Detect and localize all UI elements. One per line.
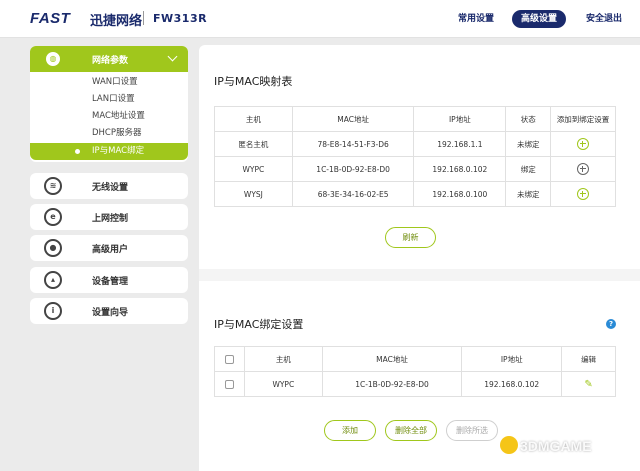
info-icon: i	[44, 302, 62, 320]
table-header-row: 主机 MAC地址 IP地址 编辑	[214, 346, 616, 372]
action-cell	[550, 156, 616, 182]
sidebar-item-label: 高级用户	[92, 244, 129, 255]
sidebar-subitem-ip-mac-binding[interactable]: IP与MAC绑定	[30, 143, 188, 160]
mac-cell: 68-3E-34-16-02-E5	[291, 181, 415, 207]
sidebar-item-label: 无线设置	[92, 182, 129, 193]
column-header: 添加到绑定设置	[550, 106, 616, 132]
action-cell	[550, 181, 616, 207]
top-header: FAST 迅捷网络 FW313R 常用设置 高级设置 安全退出	[0, 0, 640, 38]
model-name: FW313R	[153, 12, 208, 25]
table-row: WYPC 1C-1B-0D-92-E8-D0 192.168.0.102 ✎	[214, 371, 616, 397]
status-cell: 未绑定	[505, 131, 552, 157]
sidebar-item-setup-wizard[interactable]: i 设置向导	[30, 298, 188, 324]
sidebar-item-label: 上网控制	[92, 213, 129, 224]
ip-mac-map-table: 主机 MAC地址 IP地址 状态 添加到绑定设置 匿名主机 78-E8-14-5…	[214, 106, 616, 207]
refresh-button[interactable]: 刷新	[385, 227, 436, 248]
sidebar-subitem-dhcp[interactable]: DHCP服务器	[30, 125, 188, 142]
ip-cell: 192.168.0.100	[413, 181, 507, 207]
table-row: 匿名主机 78-E8-14-51-F3-D6 192.168.1.1 未绑定	[214, 131, 616, 157]
wifi-icon: ≋	[44, 177, 62, 195]
host-cell: 匿名主机	[214, 131, 293, 157]
table-row: WYPC 1C-1B-0D-92-E8-D0 192.168.0.102 绑定	[214, 156, 616, 182]
ip-mac-bind-table: 主机 MAC地址 IP地址 编辑 WYPC 1C-1B-0D-92-E8-D0 …	[214, 346, 616, 397]
mac-cell: 1C-1B-0D-92-E8-D0	[321, 371, 463, 397]
column-header: 状态	[505, 106, 552, 132]
delete-all-button[interactable]: 删除全部	[385, 420, 437, 441]
select-cell	[214, 371, 245, 397]
sidebar-item-network[interactable]: ◍ 网络参数	[30, 46, 188, 72]
row-checkbox[interactable]	[224, 379, 234, 389]
column-header: IP地址	[413, 106, 507, 132]
brand-name: 迅捷网络	[90, 14, 143, 29]
chevron-down-icon	[167, 51, 178, 62]
sidebar-item-label: 网络参数	[92, 55, 129, 66]
table-row: WYSJ 68-3E-34-16-02-E5 192.168.0.100 未绑定	[214, 181, 616, 207]
nav-advanced-settings[interactable]: 高级设置	[512, 10, 566, 28]
bind-section-title: IP与MAC绑定设置	[214, 318, 304, 331]
brand-divider	[143, 11, 144, 25]
router-icon: ▴	[44, 271, 62, 289]
sidebar-subitem-wan[interactable]: WAN口设置	[30, 74, 188, 91]
sidebar-subitem-mac[interactable]: MAC地址设置	[30, 108, 188, 125]
mac-cell: 78-E8-14-51-F3-D6	[291, 131, 415, 157]
host-cell: WYSJ	[214, 181, 293, 207]
nav-logout[interactable]: 安全退出	[586, 10, 622, 28]
sidebar-item-label: 设置向导	[92, 307, 129, 318]
sidebar-subitem-lan[interactable]: LAN口设置	[30, 91, 188, 108]
column-header: 编辑	[561, 346, 616, 372]
user-icon: ●	[44, 239, 62, 257]
fast-logo: FAST	[30, 10, 71, 27]
sidebar-item-internet-control[interactable]: e 上网控制	[30, 204, 188, 230]
host-cell: WYPC	[214, 156, 293, 182]
add-button[interactable]: 添加	[324, 420, 376, 441]
select-all-cell	[214, 346, 245, 372]
mac-cell: 1C-1B-0D-92-E8-D0	[291, 156, 415, 182]
column-header: IP地址	[461, 346, 563, 372]
ip-cell: 192.168.0.102	[413, 156, 507, 182]
sidebar-item-device-management[interactable]: ▴ 设备管理	[30, 267, 188, 293]
browser-icon: e	[44, 208, 62, 226]
add-circle-icon[interactable]	[577, 188, 590, 200]
help-icon[interactable]: ?	[606, 319, 616, 329]
nav-basic-settings[interactable]: 常用设置	[458, 10, 494, 28]
select-all-checkbox[interactable]	[224, 354, 234, 364]
ip-cell: 192.168.0.102	[461, 371, 563, 397]
watermark-logo: 3DMGAME	[520, 438, 592, 454]
column-header: MAC地址	[321, 346, 463, 372]
host-cell: WYPC	[243, 371, 323, 397]
table-header-row: 主机 MAC地址 IP地址 状态 添加到绑定设置	[214, 106, 616, 132]
add-circle-icon[interactable]	[577, 138, 590, 150]
status-cell: 绑定	[505, 156, 552, 182]
column-header: MAC地址	[291, 106, 415, 132]
delete-selected-button[interactable]: 删除所选	[446, 420, 498, 441]
sidebar-item-wireless[interactable]: ≋ 无线设置	[30, 173, 188, 199]
watermark-mascot-icon	[500, 436, 518, 454]
edit-icon[interactable]: ✎	[584, 379, 592, 390]
edit-cell: ✎	[561, 371, 616, 397]
add-circle-icon[interactable]	[577, 163, 590, 175]
sidebar-item-label: 设备管理	[92, 276, 129, 287]
ip-cell: 192.168.1.1	[413, 131, 507, 157]
map-section-title: IP与MAC映射表	[214, 75, 293, 88]
status-cell: 未绑定	[505, 181, 552, 207]
action-cell	[550, 131, 616, 157]
section-divider	[199, 269, 640, 281]
sidebar-item-advanced-user[interactable]: ● 高级用户	[30, 235, 188, 261]
column-header: 主机	[243, 346, 323, 372]
sidebar-group-network: ◍ 网络参数 WAN口设置 LAN口设置 MAC地址设置 DHCP服务器 IP与…	[30, 46, 188, 162]
column-header: 主机	[214, 106, 293, 132]
globe-icon: ◍	[44, 50, 62, 68]
